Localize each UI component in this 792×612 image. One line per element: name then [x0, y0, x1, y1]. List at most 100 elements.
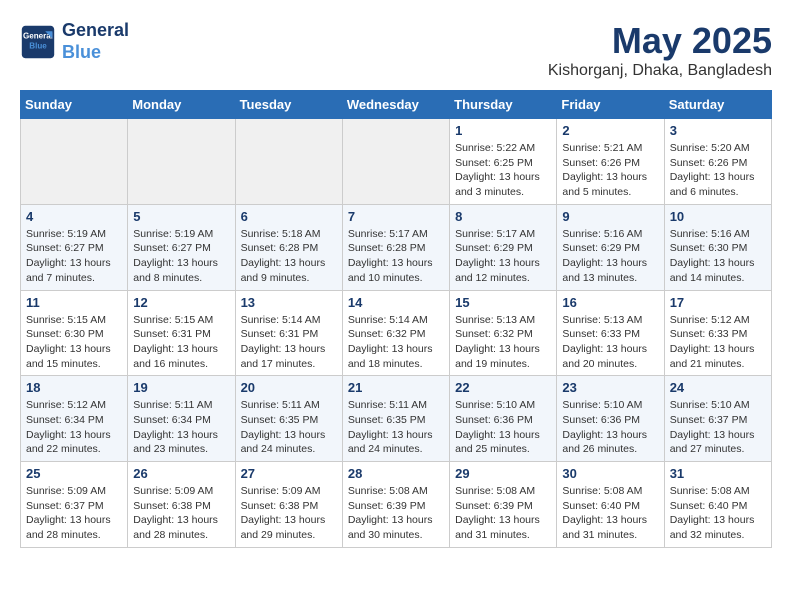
calendar-cell: 20Sunrise: 5:11 AMSunset: 6:35 PMDayligh… — [235, 376, 342, 462]
day-info: Sunrise: 5:22 AMSunset: 6:25 PMDaylight:… — [455, 141, 551, 200]
calendar-cell: 21 Sunrise: 5:11 AMSunset: 6:35 PMDayligh… — [342, 376, 449, 462]
day-number: 13 — [241, 295, 337, 310]
day-number: 7 — [348, 209, 444, 224]
calendar-cell: 6 Sunrise: 5:18 AMSunset: 6:28 PMDaylight… — [235, 204, 342, 290]
calendar-cell — [128, 119, 235, 205]
day-info: Sunrise: 5:13 AMSunset: 6:33 PMDaylight:… — [562, 313, 658, 372]
day-number: 23 — [562, 380, 658, 395]
logo: General Blue General Blue — [20, 20, 129, 63]
weekday-header-monday: Monday — [128, 91, 235, 119]
day-info: Sunrise: 5:10 AMSunset: 6:37 PMDaylight:… — [670, 398, 766, 457]
calendar-cell: 11 Sunrise: 5:15 AMSunset: 6:30 PMDayligh… — [21, 290, 128, 376]
day-info: Sunrise: 5:08 AMSunset: 6:39 PMDaylight:… — [348, 484, 444, 543]
day-info: Sunrise: 5:18 AMSunset: 6:28 PMDaylight:… — [241, 227, 337, 286]
day-info: Sunrise: 5:16 AMSunset: 6:29 PMDaylight:… — [562, 227, 658, 286]
day-info: Sunrise: 5:14 AMSunset: 6:32 PMDaylight:… — [348, 313, 444, 372]
calendar-cell: 2 Sunrise: 5:21 AMSunset: 6:26 PMDaylight… — [557, 119, 664, 205]
weekday-header-saturday: Saturday — [664, 91, 771, 119]
week-row-1: 1 Sunrise: 5:22 AMSunset: 6:25 PMDaylight… — [21, 119, 772, 205]
day-info: Sunrise: 5:09 AMSunset: 6:38 PMDaylight:… — [133, 484, 229, 543]
week-row-2: 4 Sunrise: 5:19 AMSunset: 6:27 PMDaylight… — [21, 204, 772, 290]
day-number: 24 — [670, 380, 766, 395]
location: Kishorganj, Dhaka, Bangladesh — [548, 62, 772, 80]
day-number: 29 — [455, 466, 551, 481]
calendar-cell: 5Sunrise: 5:19 AMSunset: 6:27 PMDaylight… — [128, 204, 235, 290]
day-info: Sunrise: 5:11 AMSunset: 6:35 PMDaylight:… — [348, 398, 444, 457]
day-info: Sunrise: 5:11 AMSunset: 6:35 PMDaylight:… — [241, 398, 337, 457]
calendar-cell: 9 Sunrise: 5:16 AMSunset: 6:29 PMDaylight… — [557, 204, 664, 290]
weekday-header-wednesday: Wednesday — [342, 91, 449, 119]
weekday-header-friday: Friday — [557, 91, 664, 119]
day-number: 15 — [455, 295, 551, 310]
weekday-header-tuesday: Tuesday — [235, 91, 342, 119]
calendar-table: SundayMondayTuesdayWednesdayThursdayFrid… — [20, 90, 772, 548]
title-block: May 2025 Kishorganj, Dhaka, Bangladesh — [548, 20, 772, 80]
calendar-cell: 23 Sunrise: 5:10 AMSunset: 6:36 PMDayligh… — [557, 376, 664, 462]
calendar-cell: 4Sunrise: 5:19 AMSunset: 6:27 PMDaylight… — [21, 204, 128, 290]
day-info: Sunrise: 5:09 AMSunset: 6:37 PMDaylight:… — [26, 484, 122, 543]
day-number: 1 — [455, 123, 551, 138]
calendar-cell: 26 Sunrise: 5:09 AMSunset: 6:38 PMDayligh… — [128, 462, 235, 548]
calendar-cell: 1 Sunrise: 5:22 AMSunset: 6:25 PMDaylight… — [450, 119, 557, 205]
svg-text:Blue: Blue — [29, 41, 47, 50]
day-info: Sunrise: 5:17 AMSunset: 6:29 PMDaylight:… — [455, 227, 551, 286]
calendar-cell: 29 Sunrise: 5:08 AMSunset: 6:39 PMDayligh… — [450, 462, 557, 548]
day-number: 2 — [562, 123, 658, 138]
day-number: 27 — [241, 466, 337, 481]
day-number: 8 — [455, 209, 551, 224]
calendar-cell: 7 Sunrise: 5:17 AMSunset: 6:28 PMDaylight… — [342, 204, 449, 290]
calendar-cell: 18Sunrise: 5:12 AMSunset: 6:34 PMDayligh… — [21, 376, 128, 462]
day-number: 6 — [241, 209, 337, 224]
day-number: 19 — [133, 380, 229, 395]
calendar-cell — [21, 119, 128, 205]
day-info: Sunrise: 5:16 AMSunset: 6:30 PMDaylight:… — [670, 227, 766, 286]
calendar-cell: 13 Sunrise: 5:14 AMSunset: 6:31 PMDayligh… — [235, 290, 342, 376]
day-number: 31 — [670, 466, 766, 481]
day-info: Sunrise: 5:15 AMSunset: 6:31 PMDaylight:… — [133, 313, 229, 372]
day-number: 21 — [348, 380, 444, 395]
day-info: Sunrise: 5:19 AMSunset: 6:27 PMDaylight:… — [133, 227, 229, 286]
day-number: 28 — [348, 466, 444, 481]
day-number: 3 — [670, 123, 766, 138]
calendar-cell: 19Sunrise: 5:11 AMSunset: 6:34 PMDayligh… — [128, 376, 235, 462]
weekday-header-thursday: Thursday — [450, 91, 557, 119]
day-info: Sunrise: 5:08 AMSunset: 6:39 PMDaylight:… — [455, 484, 551, 543]
calendar-cell: 22 Sunrise: 5:10 AMSunset: 6:36 PMDayligh… — [450, 376, 557, 462]
day-info: Sunrise: 5:08 AMSunset: 6:40 PMDaylight:… — [562, 484, 658, 543]
day-number: 11 — [26, 295, 122, 310]
day-info: Sunrise: 5:12 AMSunset: 6:34 PMDaylight:… — [26, 398, 122, 457]
day-number: 26 — [133, 466, 229, 481]
day-info: Sunrise: 5:20 AMSunset: 6:26 PMDaylight:… — [670, 141, 766, 200]
day-info: Sunrise: 5:10 AMSunset: 6:36 PMDaylight:… — [562, 398, 658, 457]
calendar-cell — [342, 119, 449, 205]
calendar-cell: 27 Sunrise: 5:09 AMSunset: 6:38 PMDayligh… — [235, 462, 342, 548]
day-number: 14 — [348, 295, 444, 310]
day-number: 12 — [133, 295, 229, 310]
weekday-header-row: SundayMondayTuesdayWednesdayThursdayFrid… — [21, 91, 772, 119]
calendar-cell: 24 Sunrise: 5:10 AMSunset: 6:37 PMDayligh… — [664, 376, 771, 462]
week-row-5: 25Sunrise: 5:09 AMSunset: 6:37 PMDayligh… — [21, 462, 772, 548]
calendar-cell: 30 Sunrise: 5:08 AMSunset: 6:40 PMDayligh… — [557, 462, 664, 548]
day-info: Sunrise: 5:14 AMSunset: 6:31 PMDaylight:… — [241, 313, 337, 372]
calendar-cell: 10Sunrise: 5:16 AMSunset: 6:30 PMDayligh… — [664, 204, 771, 290]
day-info: Sunrise: 5:21 AMSunset: 6:26 PMDaylight:… — [562, 141, 658, 200]
calendar-cell: 3 Sunrise: 5:20 AMSunset: 6:26 PMDaylight… — [664, 119, 771, 205]
day-number: 30 — [562, 466, 658, 481]
day-number: 4 — [26, 209, 122, 224]
day-number: 22 — [455, 380, 551, 395]
day-info: Sunrise: 5:15 AMSunset: 6:30 PMDaylight:… — [26, 313, 122, 372]
day-info: Sunrise: 5:10 AMSunset: 6:36 PMDaylight:… — [455, 398, 551, 457]
month-title: May 2025 — [548, 20, 772, 62]
day-info: Sunrise: 5:13 AMSunset: 6:32 PMDaylight:… — [455, 313, 551, 372]
calendar-cell: 16Sunrise: 5:13 AMSunset: 6:33 PMDayligh… — [557, 290, 664, 376]
logo-icon: General Blue — [20, 24, 56, 60]
logo-line2: Blue — [62, 42, 129, 64]
day-info: Sunrise: 5:09 AMSunset: 6:38 PMDaylight:… — [241, 484, 337, 543]
day-info: Sunrise: 5:17 AMSunset: 6:28 PMDaylight:… — [348, 227, 444, 286]
day-number: 9 — [562, 209, 658, 224]
calendar-cell: 31 Sunrise: 5:08 AMSunset: 6:40 PMDayligh… — [664, 462, 771, 548]
calendar-cell: 28 Sunrise: 5:08 AMSunset: 6:39 PMDayligh… — [342, 462, 449, 548]
calendar-cell: 14 Sunrise: 5:14 AMSunset: 6:32 PMDayligh… — [342, 290, 449, 376]
day-info: Sunrise: 5:08 AMSunset: 6:40 PMDaylight:… — [670, 484, 766, 543]
calendar-cell: 12 Sunrise: 5:15 AMSunset: 6:31 PMDayligh… — [128, 290, 235, 376]
